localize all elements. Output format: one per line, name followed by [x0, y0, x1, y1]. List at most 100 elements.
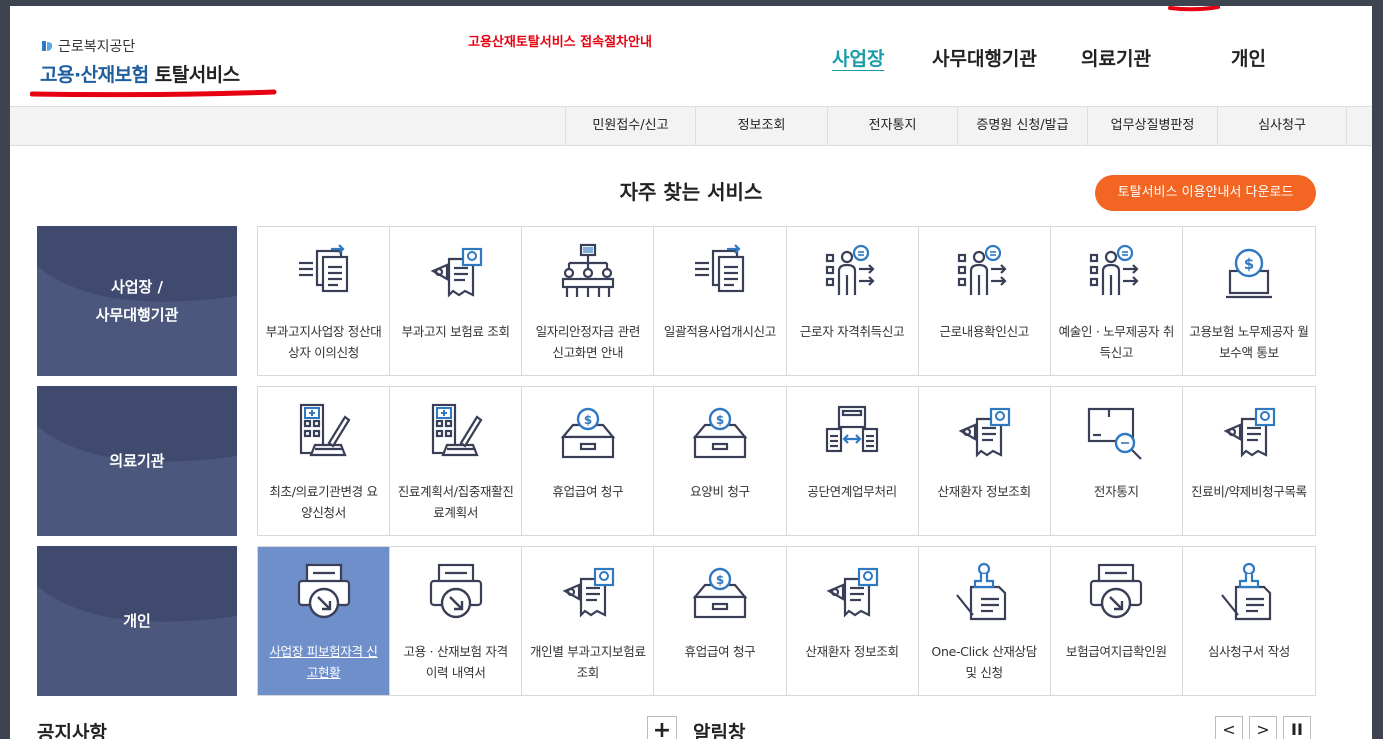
service-tile-label: 사업장 피보험자격 신고현황 [269, 644, 378, 680]
service-tile-label: 보험급여지급확인원 [1065, 644, 1167, 659]
alert-title[interactable]: 알림창 [693, 718, 745, 739]
service-tile-label: 휴업급여 청구 [684, 644, 756, 659]
person-list-icon [1085, 241, 1147, 307]
document-exchange-icon [821, 401, 883, 467]
topnav-agency[interactable]: 사무대행기관 [932, 44, 1037, 71]
service-tile[interactable]: 산재환자 정보조회 [786, 547, 919, 695]
service-tile[interactable]: 일자리안정자금 관련 신고화면 안내 [522, 227, 655, 375]
service-tile[interactable]: 개인별 부과고지보험료 조회 [522, 547, 655, 695]
row-label: 사업장 / 사무대행기관 [37, 226, 237, 376]
service-tile-label: 근로자 자격취득신고 [799, 324, 905, 339]
service-tile-label: 고용보험 노무제공자 월보수액 통보 [1189, 324, 1309, 360]
service-tile[interactable]: 공단연계업무처리 [786, 387, 919, 535]
tile-group: 사업장 피보험자격 신고현황 고용 · 산재보험 자격 이력 내역서 개인별 부과고… [257, 546, 1316, 696]
logo-mark-icon [42, 41, 53, 51]
service-tile-label: 고용 · 산재보험 자격 이력 내역서 [403, 644, 509, 680]
notice-title[interactable]: 공지사항 [37, 718, 107, 739]
row-label: 의료기관 [37, 386, 237, 536]
service-tile[interactable]: 근로내용확인신고 [918, 227, 1051, 375]
service-tile[interactable]: 고용 · 산재보험 자격 이력 내역서 [390, 547, 523, 695]
service-tile[interactable]: One-Click 산재상담 및 신청 [918, 547, 1051, 695]
page: 근로복지공단 고용·산재보험 토탈서비스 고용산재토탈서비스 접속절차안내 사업… [10, 6, 1372, 739]
service-tile[interactable]: 진료계획서/집중재활진료계획서 [390, 387, 523, 535]
service-tile[interactable]: 부과고지사업장 정산대상자 이의신청 [258, 227, 391, 375]
service-tile-label: 최초/의료기관변경 요양신청서 [269, 484, 378, 520]
topnav-medical[interactable]: 의료기관 [1081, 44, 1151, 71]
subnav-e-notice[interactable]: 전자통지 [827, 107, 957, 145]
topnav-individual[interactable]: 개인 [1231, 44, 1266, 71]
access-guide-link[interactable]: 고용산재토탈서비스 접속절차안내 [468, 31, 652, 50]
service-tile[interactable]: 사업장 피보험자격 신고현황 [258, 547, 391, 695]
sub-navigation: 민원접수/신고 정보조회 전자통지 증명원 신청/발급 업무상질병판정 심사청구 [10, 106, 1372, 146]
svg-text:$: $ [584, 413, 592, 427]
service-tile-label: One-Click 산재상담 및 신청 [931, 644, 1037, 680]
service-tile-label: 산재환자 정보조회 [937, 484, 1032, 499]
service-tile-label: 휴업급여 청구 [552, 484, 624, 499]
service-tile-label: 개인별 부과고지보험료 조회 [529, 644, 646, 680]
service-tile-label: 전자통지 [1093, 484, 1139, 499]
person-list-icon [821, 241, 883, 307]
document-list-icon [689, 241, 751, 307]
alert-pause-button[interactable]: II [1283, 716, 1311, 739]
notice-more-button[interactable]: + [647, 716, 677, 739]
subnav-info-lookup[interactable]: 정보조회 [695, 107, 827, 145]
service-tile[interactable]: 일괄적용사업개시신고 [654, 227, 787, 375]
service-tile-label: 일괄적용사업개시신고 [663, 324, 776, 339]
printer-download-icon [293, 561, 355, 627]
subnav-civil-complaint[interactable]: 민원접수/신고 [565, 107, 695, 145]
subnav-review-request[interactable]: 심사청구 [1217, 107, 1347, 145]
svg-text:$: $ [716, 413, 724, 427]
service-tile-label: 진료비/약제비청구목록 [1190, 484, 1307, 499]
service-tile[interactable]: 최초/의료기관변경 요양신청서 [258, 387, 391, 535]
service-tile-label: 산재환자 정보조회 [805, 644, 899, 659]
service-tile-label: 부과고지사업장 정산대상자 이의신청 [265, 324, 382, 360]
service-title: 고용·산재보험 토탈서비스 [40, 60, 240, 87]
row-label: 개인 [37, 546, 237, 696]
alert-next-button[interactable]: > [1249, 716, 1277, 739]
service-tile-label: 진료계획서/집중재활진료계획서 [397, 484, 514, 520]
service-tile[interactable]: 근로자 자격취득신고 [786, 227, 919, 375]
topnav-workplace[interactable]: 사업장 [832, 44, 884, 71]
service-tile[interactable]: $ 요양비 청구 [654, 387, 787, 535]
document-search-icon [1218, 401, 1280, 467]
service-tile[interactable]: 전자통지 [1050, 387, 1183, 535]
org-name: 근로복지공단 [58, 39, 136, 55]
money-monitor-icon: $ [1218, 241, 1280, 307]
logo-org: 근로복지공단 [40, 36, 240, 56]
download-guide-button[interactable]: 토탈서비스 이용안내서 다운로드 [1095, 175, 1316, 211]
service-tile-label: 예술인 · 노무제공자 취득신고 [1058, 324, 1175, 360]
alert-prev-button[interactable]: < [1215, 716, 1243, 739]
hospital-pen-icon [425, 401, 487, 467]
service-tile-label: 일자리안정자금 관련 신고화면 안내 [535, 324, 641, 360]
service-tile[interactable]: 예술인 · 노무제공자 취득신고 [1050, 227, 1183, 375]
money-box-icon: $ [689, 561, 751, 627]
service-tile[interactable]: $ 휴업급여 청구 [522, 387, 655, 535]
service-tile[interactable]: 보험급여지급확인원 [1050, 547, 1183, 695]
money-box-icon: $ [689, 401, 751, 467]
tile-group: 부과고지사업장 정산대상자 이의신청 부과고지 보험료 조회 일자리안정자금 관련 … [257, 226, 1316, 376]
stamp-document-icon [1218, 561, 1280, 627]
subnav-certificate[interactable]: 증명원 신청/발급 [957, 107, 1087, 145]
logo[interactable]: 근로복지공단 고용·산재보험 토탈서비스 [40, 36, 240, 87]
service-tile[interactable]: 심사청구서 작성 [1182, 547, 1315, 695]
service-tile[interactable]: $ 휴업급여 청구 [654, 547, 787, 695]
row-medical: 의료기관 최초/의료기관변경 요양신청서 진료계획서/집중재활진료계획서 $ 휴업급여… [37, 386, 1317, 536]
service-tile[interactable]: 산재환자 정보조회 [918, 387, 1051, 535]
service-title-part2: 토탈서비스 [154, 64, 240, 86]
service-tile[interactable]: $ 고용보험 노무제공자 월보수액 통보 [1182, 227, 1315, 375]
service-tile-label: 공단연계업무처리 [807, 484, 897, 499]
service-tile-label: 요양비 청구 [690, 484, 750, 499]
service-tile-label: 근로내용확인신고 [939, 324, 1029, 339]
document-list-icon [293, 241, 355, 307]
red-annotation-mark [1168, 6, 1220, 12]
subnav-disease-judgment[interactable]: 업무상질병판정 [1087, 107, 1217, 145]
row-label-text: 개인 [123, 612, 151, 630]
service-tile[interactable]: 진료비/약제비청구목록 [1182, 387, 1315, 535]
document-search-icon [953, 401, 1015, 467]
stamp-document-icon [953, 561, 1015, 627]
svg-text:$: $ [1244, 255, 1254, 273]
printer-download-icon [1085, 561, 1147, 627]
person-list-icon [953, 241, 1015, 307]
service-tile-label: 심사청구서 작성 [1207, 644, 1290, 659]
service-tile[interactable]: 부과고지 보험료 조회 [390, 227, 523, 375]
